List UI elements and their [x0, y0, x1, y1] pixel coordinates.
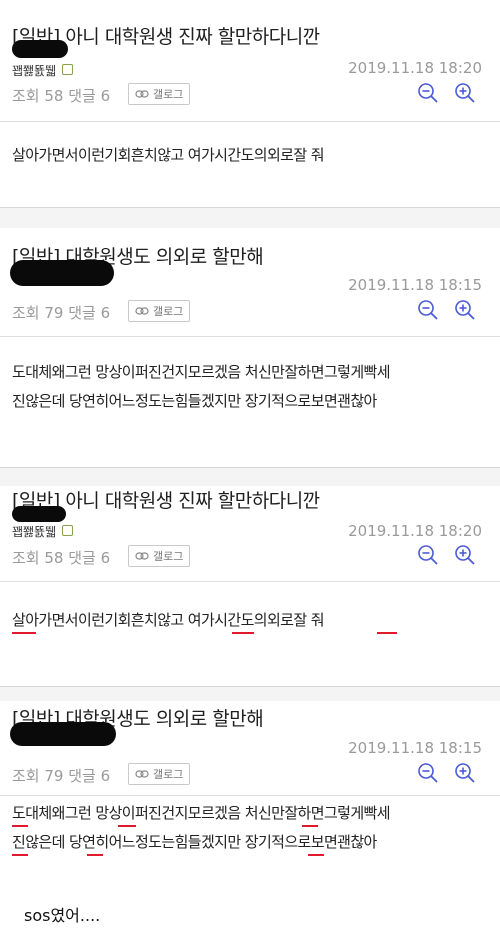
author-name[interactable]: 꽵쬃뚌뛟: [12, 523, 73, 540]
red-underline-mark: [302, 825, 318, 827]
redaction-mark: [12, 40, 68, 58]
zoom-in-icon[interactable]: [454, 762, 476, 784]
post-datetime: 2019.11.18 18:20: [348, 59, 482, 77]
post-card: [일반] 대학원생도 의외로 할만해 2019.11.18 18:15 조회 7…: [0, 228, 500, 468]
view-count: 조회 79: [12, 767, 64, 785]
gallog-label: 갤로그: [153, 550, 184, 563]
gallog-label: 갤로그: [153, 768, 184, 781]
zoom-in-icon[interactable]: [454, 82, 476, 104]
post-gap: [0, 686, 500, 702]
divider: [0, 121, 500, 122]
post-gap: [0, 467, 500, 487]
gallog-button[interactable]: 갤로그: [128, 763, 191, 785]
divider: [0, 336, 500, 337]
red-underline-mark: [87, 854, 103, 856]
zoom-out-icon[interactable]: [417, 544, 439, 566]
comment-count[interactable]: 댓글 6: [68, 87, 110, 105]
post-meta: 조회 58 댓글 6: [12, 85, 110, 106]
author-nickname: 꽵쬃뚌뛟: [12, 525, 57, 539]
author-name[interactable]: 꽵쬃뚌뛟: [12, 62, 73, 79]
gallog-button[interactable]: 갤로그: [128, 300, 191, 322]
divider: [0, 581, 500, 582]
zoom-out-icon[interactable]: [417, 82, 439, 104]
post-card: [일반] 아니 대학원생 진짜 할만하다니깐 꽵쬃뚌뛟 2019.11.18 1…: [0, 0, 500, 208]
post-card: [일반] 대학원생도 의외로 할만해 2019.11.18 18:15 조회 7…: [0, 701, 500, 896]
link-icon: [135, 90, 149, 98]
post-body: 살아가면서이런기회흔치않고 여가시간도의외로잘 줘: [12, 606, 492, 635]
post-body: 도대체왜그런 망상이퍼진건지모르겠음 처신만잘하면그렇게빡세 진않은데 당연히어…: [12, 358, 492, 416]
red-underline-mark: [232, 632, 254, 634]
red-underline-mark: [118, 825, 136, 827]
red-underline-mark: [12, 825, 28, 827]
post-datetime: 2019.11.18 18:15: [348, 739, 482, 757]
view-count: 조회 58: [12, 549, 64, 567]
red-underline-mark: [377, 632, 397, 634]
zoom-in-icon[interactable]: [454, 299, 476, 321]
fixed-nick-badge-icon: [62, 525, 73, 536]
post-datetime: 2019.11.18 18:15: [348, 276, 482, 294]
view-count: 조회 79: [12, 304, 64, 322]
post-datetime: 2019.11.18 18:20: [348, 522, 482, 540]
post-body-line: 진않은데 당연히어느정도는힘들겠지만 장기적으로보면괜찮아: [12, 392, 377, 410]
comment-count[interactable]: 댓글 6: [68, 767, 110, 785]
redaction-mark: [10, 260, 114, 286]
zoom-in-icon[interactable]: [454, 544, 476, 566]
post-body-line: 살아가면서이런기회흔치않고 여가시간도의외로잘 줘: [12, 146, 325, 164]
zoom-out-icon[interactable]: [417, 762, 439, 784]
gallog-button[interactable]: 갤로그: [128, 83, 191, 105]
author-nickname: 꽵쬃뚌뛟: [12, 64, 57, 78]
post-body-line: 도대체왜그런 망상이퍼진건지모르겠음 처신만잘하면그렇게빡세: [12, 363, 391, 381]
fixed-nick-badge-icon: [62, 64, 73, 75]
link-icon: [135, 552, 149, 560]
red-underline-mark: [308, 854, 324, 856]
comment-count[interactable]: 댓글 6: [68, 304, 110, 322]
post-body-line: 도대체왜그런 망상이퍼진건지모르겠음 처신만잘하면그렇게빡세: [12, 804, 391, 822]
post-meta: 조회 58 댓글 6: [12, 547, 110, 568]
gallog-label: 갤로그: [153, 88, 184, 101]
post-body: 도대체왜그런 망상이퍼진건지모르겠음 처신만잘하면그렇게빡세 진않은데 당연히어…: [12, 799, 492, 857]
link-icon: [135, 307, 149, 315]
gallog-button[interactable]: 갤로그: [128, 545, 191, 567]
link-icon: [135, 770, 149, 778]
redaction-mark: [12, 506, 66, 522]
zoom-out-icon[interactable]: [417, 299, 439, 321]
divider: [0, 795, 500, 796]
caption-text: sos였어....: [24, 906, 101, 925]
post-body-line: 진않은데 당연히어느정도는힘들겠지만 장기적으로보면괜찮아: [12, 833, 377, 851]
post-body-line: 살아가면서이런기회흔치않고 여가시간도의외로잘 줘: [12, 611, 325, 629]
gallog-label: 갤로그: [153, 305, 184, 318]
post-card: [일반] 아니 대학원생 진짜 할만하다니깐 꽵쬃뚌뛟 2019.11.18 1…: [0, 486, 500, 686]
post-gap: [0, 207, 500, 229]
redaction-mark: [10, 722, 116, 746]
comment-count[interactable]: 댓글 6: [68, 549, 110, 567]
post-body: 살아가면서이런기회흔치않고 여가시간도의외로잘 줘: [12, 141, 492, 170]
post-meta: 조회 79 댓글 6: [12, 302, 110, 323]
red-underline-mark: [12, 632, 36, 634]
red-underline-mark: [12, 854, 28, 856]
view-count: 조회 58: [12, 87, 64, 105]
post-meta: 조회 79 댓글 6: [12, 765, 110, 786]
